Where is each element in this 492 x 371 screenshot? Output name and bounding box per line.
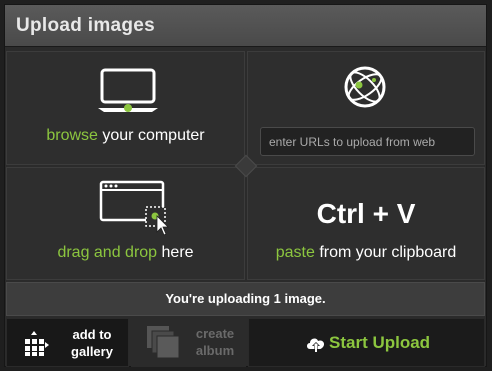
start-upload-button[interactable]: Start Upload: [248, 318, 485, 367]
upload-images-dialog: Upload images browse your computer enter…: [4, 4, 487, 367]
monitor-icon: [98, 68, 158, 112]
upload-status-bar: You're uploading 1 image.: [6, 282, 485, 316]
drag-label: drag and drop here: [7, 244, 244, 262]
drag-highlight: drag and drop: [57, 244, 158, 261]
create-album-label: create album: [195, 326, 235, 358]
start-upload-label: Start Upload: [329, 333, 431, 352]
dialog-header: Upload images: [5, 5, 486, 47]
paste-clipboard-tile[interactable]: Ctrl + V paste from your clipboard: [247, 167, 485, 280]
paste-shortcut: Ctrl + V: [316, 198, 416, 229]
drag-and-drop-tile[interactable]: drag and drop here: [6, 167, 245, 280]
browser-window-drop-icon: [99, 180, 169, 236]
upload-from-web-tile: [247, 51, 485, 165]
browse-computer-tile[interactable]: browse your computer: [6, 51, 245, 165]
browse-highlight: browse: [46, 127, 98, 144]
stacked-album-icon: [147, 326, 180, 359]
browse-rest: your computer: [97, 127, 205, 144]
globe-icon: [344, 66, 386, 108]
add-to-gallery-label: add to gallery: [71, 327, 113, 359]
create-album-button[interactable]: create album: [131, 318, 246, 367]
url-input[interactable]: [260, 127, 475, 156]
add-to-gallery-button[interactable]: add to gallery: [6, 318, 129, 367]
drag-rest: here: [157, 244, 194, 261]
paste-rest: from your clipboard: [314, 244, 457, 261]
browse-label: browse your computer: [7, 127, 244, 145]
add-to-gallery-grid-icon: [25, 331, 49, 356]
paste-label: paste from your clipboard: [248, 244, 484, 262]
cloud-upload-icon: [307, 338, 325, 352]
paste-highlight: paste: [275, 244, 315, 261]
dialog-title: Upload images: [16, 15, 156, 36]
